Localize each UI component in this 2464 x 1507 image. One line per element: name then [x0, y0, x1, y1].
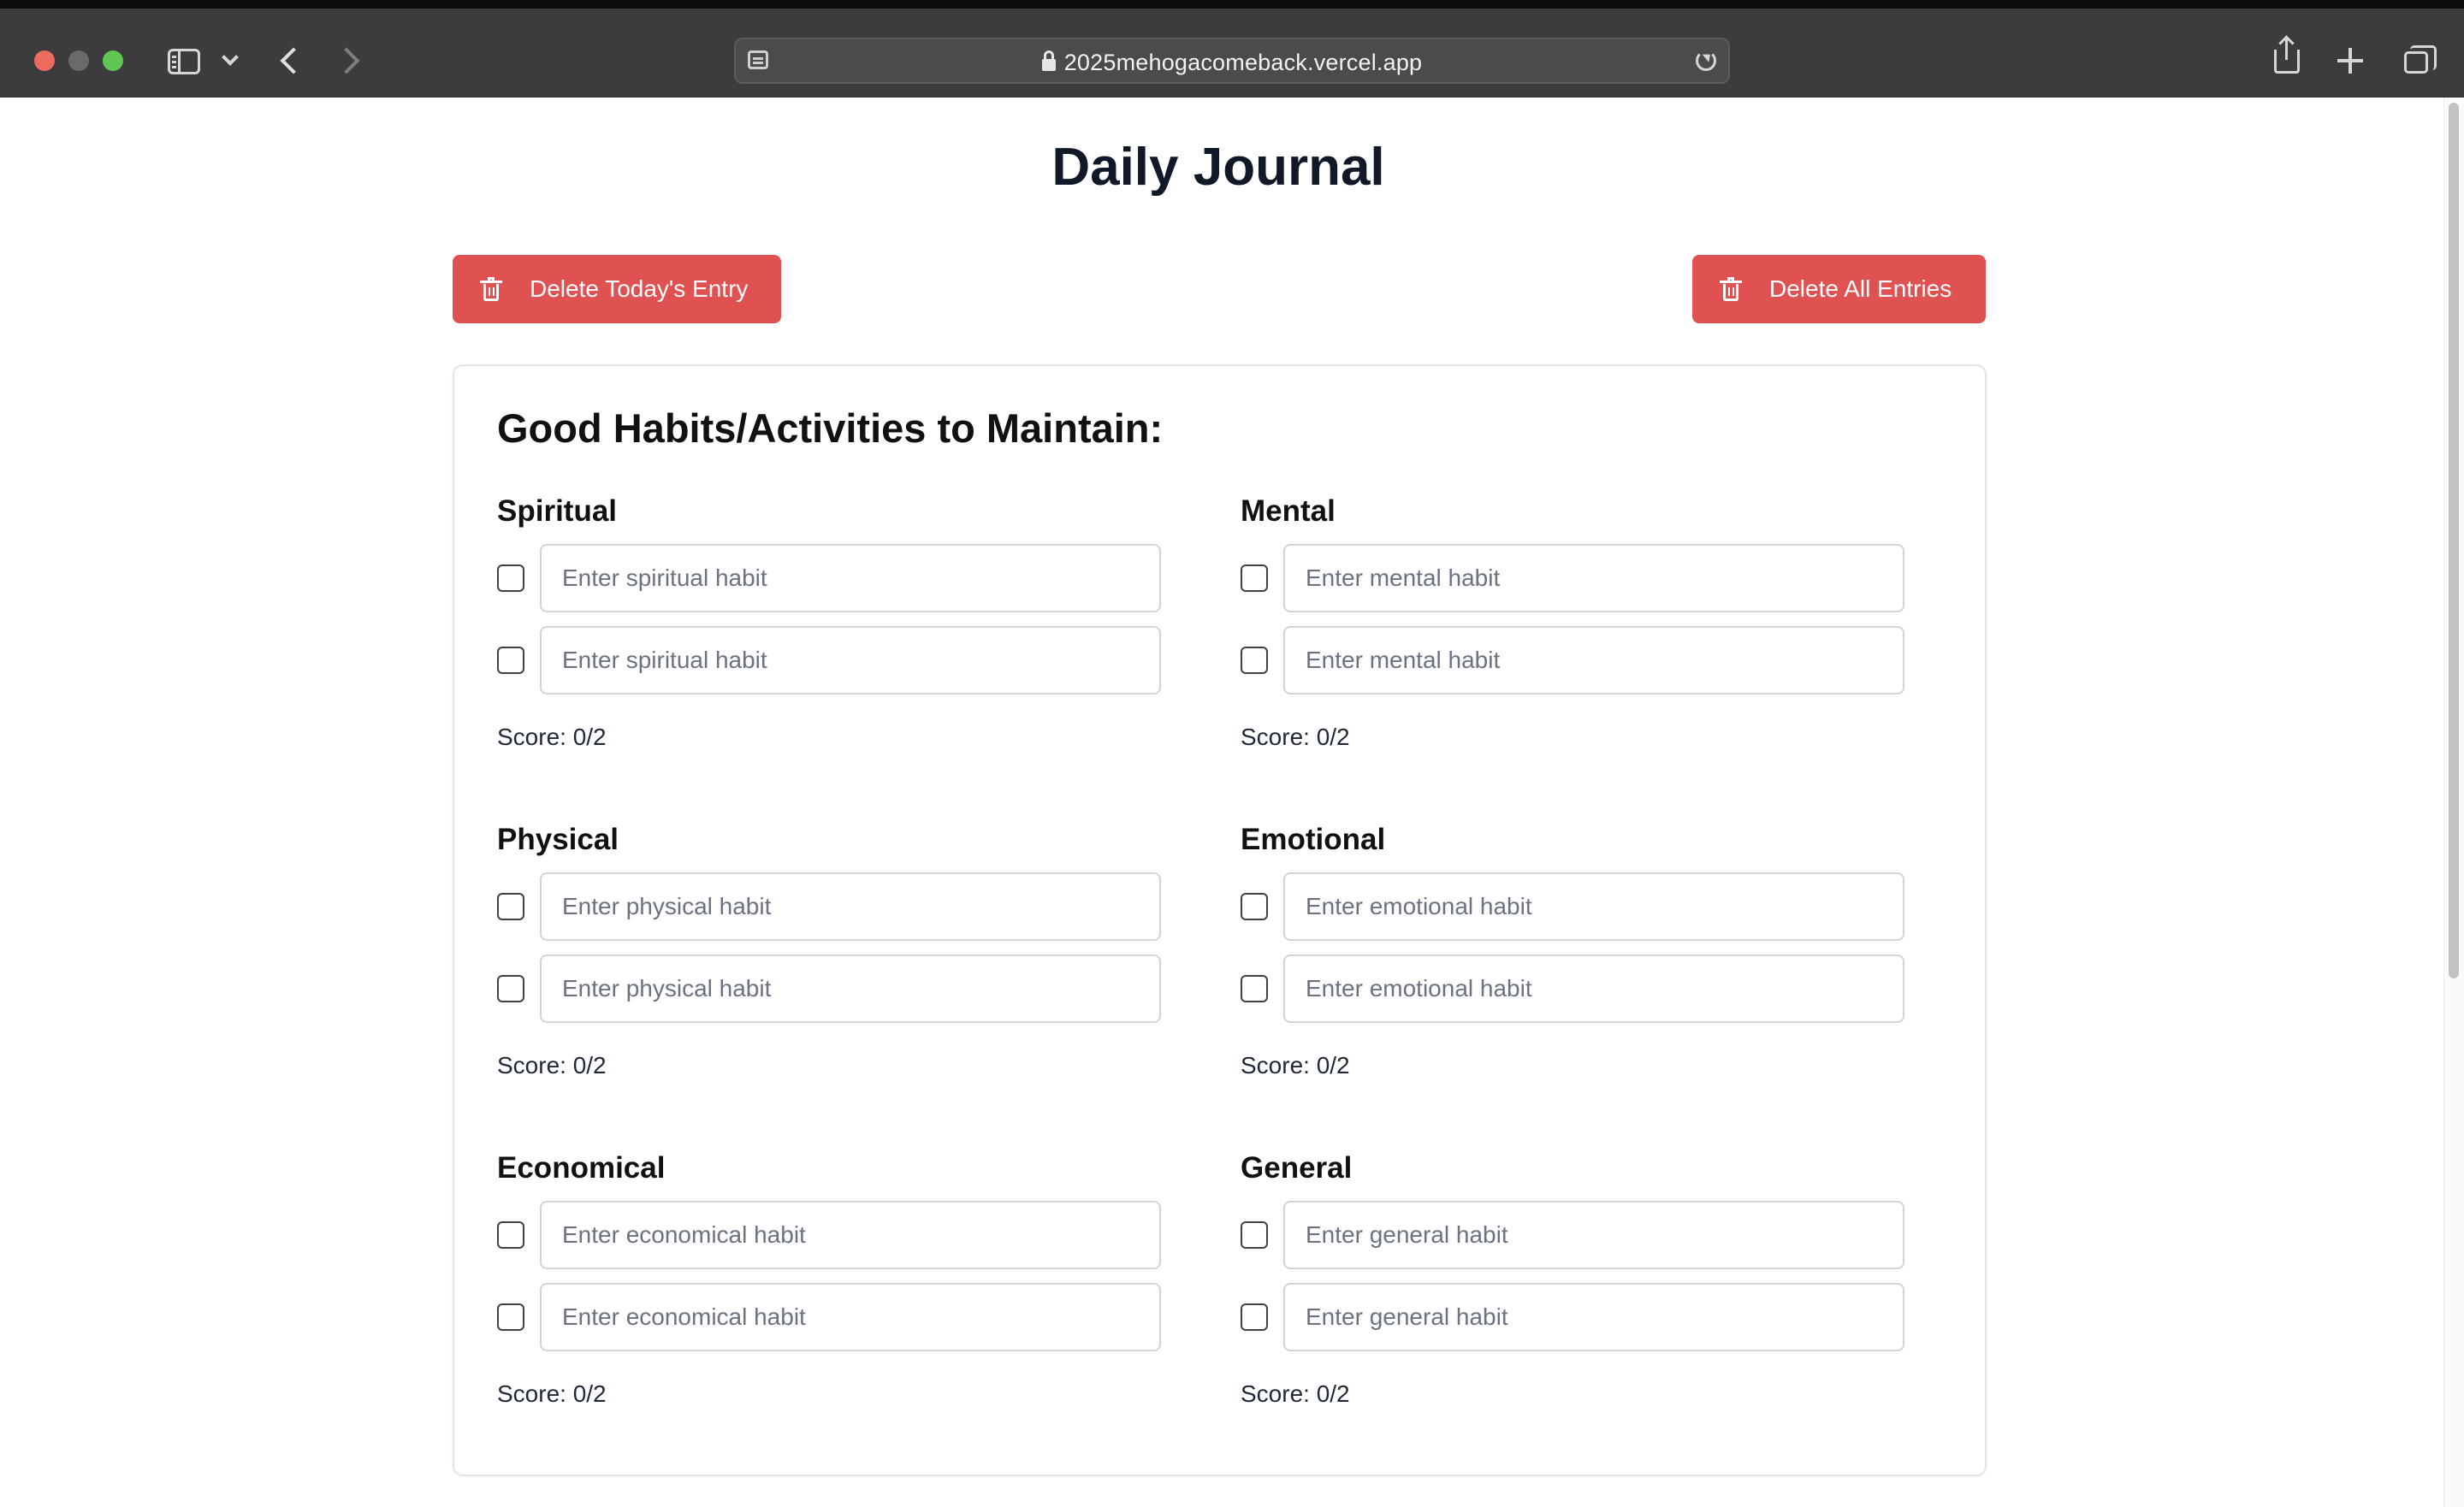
delete-today-button[interactable]: Delete Today's Entry [453, 255, 781, 323]
section-emotional: Emotional Score: 0/2 [1241, 823, 1904, 1079]
sidebar-icon[interactable] [168, 49, 200, 74]
habit-row [497, 626, 1161, 694]
habit-row [1241, 1283, 1904, 1351]
trash-icon [480, 277, 502, 301]
emotional-habit-input[interactable] [1283, 954, 1904, 1023]
scrollbar-thumb[interactable] [2449, 103, 2459, 978]
section-title: Spiritual [497, 494, 618, 528]
habit-checkbox[interactable] [1241, 647, 1268, 674]
section-title: Physical [497, 823, 619, 856]
lock-icon [1041, 50, 1056, 71]
habit-row [497, 544, 1161, 612]
habit-checkbox[interactable] [1241, 893, 1268, 920]
spiritual-habit-input[interactable] [540, 626, 1161, 694]
habits-card: Good Habits/Activities to Maintain: Spir… [453, 364, 1987, 1476]
habit-checkbox[interactable] [1241, 1303, 1268, 1331]
habit-row [1241, 872, 1904, 941]
habit-row [497, 1283, 1161, 1351]
habit-row [497, 872, 1161, 941]
habit-row [1241, 626, 1904, 694]
habit-checkbox[interactable] [1241, 1221, 1268, 1249]
economical-habit-input[interactable] [540, 1201, 1161, 1269]
habits-heading: Good Habits/Activities to Maintain: [497, 405, 1164, 451]
address-bar[interactable]: 2025mehogacomeback.vercel.app [734, 38, 1730, 84]
section-economical: Economical Score: 0/2 [497, 1151, 1161, 1408]
general-habit-input[interactable] [1283, 1201, 1904, 1269]
url-display[interactable]: 2025mehogacomeback.vercel.app [736, 50, 1728, 76]
share-icon[interactable] [2274, 38, 2300, 74]
general-habit-input[interactable] [1283, 1283, 1904, 1351]
delete-all-button[interactable]: Delete All Entries [1692, 255, 1986, 323]
zoom-window-button[interactable] [103, 50, 123, 71]
habit-row [497, 1201, 1161, 1269]
mental-habit-input[interactable] [1283, 544, 1904, 612]
habit-row [497, 954, 1161, 1023]
section-spiritual: Spiritual Score: 0/2 [497, 494, 1161, 751]
back-arrow-icon[interactable] [280, 47, 307, 74]
section-mental: Mental Score: 0/2 [1241, 494, 1904, 751]
physical-habit-input[interactable] [540, 954, 1161, 1023]
habit-checkbox[interactable] [497, 1221, 524, 1249]
section-title: General [1241, 1151, 1353, 1185]
tabs-icon[interactable] [2404, 45, 2437, 74]
trash-icon [1720, 277, 1742, 301]
reload-icon[interactable] [1696, 50, 1716, 71]
emotional-habit-input[interactable] [1283, 872, 1904, 941]
browser-toolbar: 2025mehogacomeback.vercel.app [0, 0, 2464, 98]
score-text: Score: 0/2 [497, 724, 607, 750]
habit-row [1241, 544, 1904, 612]
habit-checkbox[interactable] [497, 647, 524, 674]
score-text: Score: 0/2 [1241, 1052, 1350, 1079]
section-title: Emotional [1241, 823, 1386, 856]
chevron-down-icon[interactable] [222, 49, 239, 66]
habit-row [1241, 954, 1904, 1023]
physical-habit-input[interactable] [540, 872, 1161, 941]
mental-habit-input[interactable] [1283, 626, 1904, 694]
plus-icon[interactable] [2337, 48, 2363, 74]
score-text: Score: 0/2 [497, 1380, 607, 1407]
spiritual-habit-input[interactable] [540, 544, 1161, 612]
habit-checkbox[interactable] [497, 564, 524, 592]
habit-checkbox[interactable] [1241, 975, 1268, 1002]
habit-row [1241, 1201, 1904, 1269]
minimize-window-button[interactable] [68, 50, 89, 71]
habit-checkbox[interactable] [1241, 564, 1268, 592]
habit-checkbox[interactable] [497, 1303, 524, 1331]
score-text: Score: 0/2 [1241, 1380, 1350, 1407]
section-physical: Physical Score: 0/2 [497, 823, 1161, 1079]
habit-checkbox[interactable] [497, 893, 524, 920]
url-text: 2025mehogacomeback.vercel.app [1063, 50, 1423, 75]
habit-checkbox[interactable] [497, 975, 524, 1002]
economical-habit-input[interactable] [540, 1283, 1161, 1351]
close-window-button[interactable] [34, 50, 55, 71]
page-title: Daily Journal [1051, 138, 1385, 197]
section-title: Economical [497, 1151, 666, 1185]
section-title: Mental [1241, 494, 1336, 528]
forward-arrow-icon[interactable] [333, 47, 360, 74]
section-general: General Score: 0/2 [1241, 1151, 1904, 1408]
score-text: Score: 0/2 [1241, 724, 1350, 750]
delete-today-label: Delete Today's Entry [530, 275, 749, 302]
score-text: Score: 0/2 [497, 1052, 607, 1079]
delete-all-label: Delete All Entries [1769, 275, 1952, 302]
